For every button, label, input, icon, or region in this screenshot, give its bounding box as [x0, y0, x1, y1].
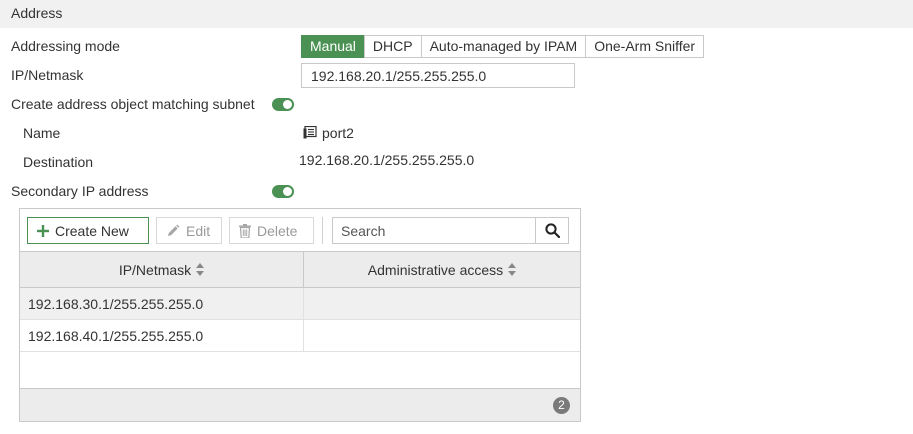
sort-icon [508, 263, 517, 276]
mode-dhcp-button[interactable]: DHCP [363, 35, 422, 58]
search-button[interactable] [535, 218, 568, 243]
create-new-button[interactable]: Create New [27, 217, 149, 244]
administrative-access-cell [304, 320, 580, 351]
ip-netmask-cell: 192.168.40.1/255.255.255.0 [20, 320, 304, 351]
delete-label: Delete [257, 222, 298, 239]
column-label: Administrative access [367, 261, 504, 278]
destination-label: Destination [23, 154, 94, 170]
create-new-label: Create New [55, 222, 129, 239]
addressing-mode-label: Addressing mode [11, 38, 120, 54]
search-input[interactable] [333, 218, 535, 243]
ip-netmask-cell: 192.168.30.1/255.255.255.0 [20, 288, 304, 319]
create-address-object-toggle[interactable] [272, 98, 294, 111]
edit-label: Edit [186, 222, 211, 239]
row-count-badge: 2 [553, 397, 570, 414]
create-address-object-label: Create address object matching subnet [11, 96, 255, 112]
edit-button[interactable]: Edit [156, 217, 222, 244]
column-label: IP/Netmask [118, 261, 192, 278]
secondary-ip-toggle[interactable] [272, 185, 294, 198]
section-header: Address [0, 0, 913, 28]
name-label: Name [23, 125, 61, 141]
search-box [332, 217, 569, 244]
pencil-icon [168, 224, 180, 236]
sort-icon [196, 263, 205, 276]
mode-ipam-button[interactable]: Auto-managed by IPAM [420, 35, 587, 58]
delete-button[interactable]: Delete [229, 217, 314, 244]
trash-icon [239, 223, 251, 238]
table-row[interactable]: 192.168.40.1/255.255.255.0 [20, 320, 580, 352]
section-title: Address [11, 5, 63, 21]
search-icon [544, 223, 560, 238]
secondary-ip-label: Secondary IP address [11, 183, 149, 199]
administrative-access-cell [304, 288, 580, 319]
column-header-ip-netmask[interactable]: IP/Netmask [20, 252, 304, 287]
interface-icon [303, 126, 317, 139]
secondary-ip-panel: Create New Edit Delete Search IP/Netmask… [19, 208, 581, 422]
secondary-ip-table: IP/Netmask Administrative access 192.168… [20, 251, 580, 352]
name-value: port2 [322, 125, 354, 141]
mode-sniffer-button[interactable]: One-Arm Sniffer [585, 35, 705, 58]
table-row[interactable]: 192.168.30.1/255.255.255.0 [20, 288, 580, 320]
plus-icon [37, 224, 49, 237]
addressing-mode-selector: Manual DHCP Auto-managed by IPAM One-Arm… [301, 35, 705, 58]
destination-value: 192.168.20.1/255.255.255.0 [299, 152, 475, 168]
table-footer: 2 [20, 388, 580, 421]
table-header: IP/Netmask Administrative access [20, 251, 580, 288]
ip-netmask-label: IP/Netmask [11, 67, 84, 83]
toolbar-divider [322, 217, 323, 244]
ip-netmask-input[interactable] [301, 63, 575, 88]
column-header-administrative-access[interactable]: Administrative access [304, 252, 580, 287]
mode-manual-button[interactable]: Manual [301, 35, 365, 58]
